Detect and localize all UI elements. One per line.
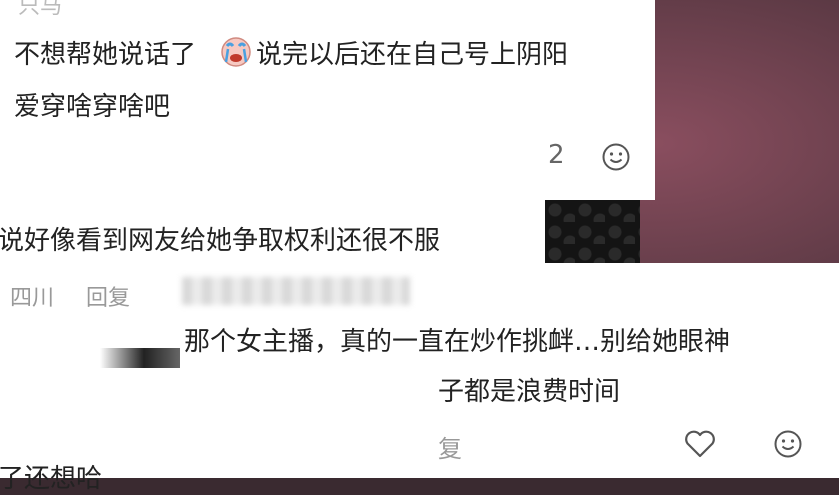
crying-emoji-icon — [220, 36, 252, 68]
comment-text-line2: 子都是浪费时间 — [438, 377, 621, 407]
comment-text-part2: 说完以后还在自己号上阴阳 — [256, 40, 569, 70]
background-strip — [100, 348, 180, 368]
comment-text-line2: 爱穿啥穿啥吧 — [14, 92, 171, 122]
blurred-username — [182, 277, 410, 305]
smile-icon[interactable] — [773, 429, 803, 459]
reply-button[interactable]: 复 — [438, 429, 462, 464]
reply-button[interactable]: 回复 — [86, 280, 130, 312]
comment-card-top: 只马 不想帮她说话了 说完以后还在自己号上阴阳 爱穿啥穿啥吧 2 — [0, 0, 655, 200]
background-hex-pattern — [545, 200, 640, 265]
comment-text-part1: 不想帮她说话了 — [14, 40, 197, 70]
comment-username[interactable]: 只马 — [18, 0, 62, 20]
smile-icon[interactable] — [601, 142, 631, 172]
comment-text: 说好像看到网友给她争取权利还很不服 — [0, 226, 441, 256]
heart-icon[interactable] — [683, 429, 717, 459]
like-count: 2 — [548, 140, 565, 170]
comment-location: 四川 — [10, 286, 55, 311]
comment-text-partial: 了还想哈 — [0, 464, 103, 494]
comment-text-line1: 那个女主播，真的一直在炒作挑衅…别给她眼神 — [184, 327, 731, 357]
